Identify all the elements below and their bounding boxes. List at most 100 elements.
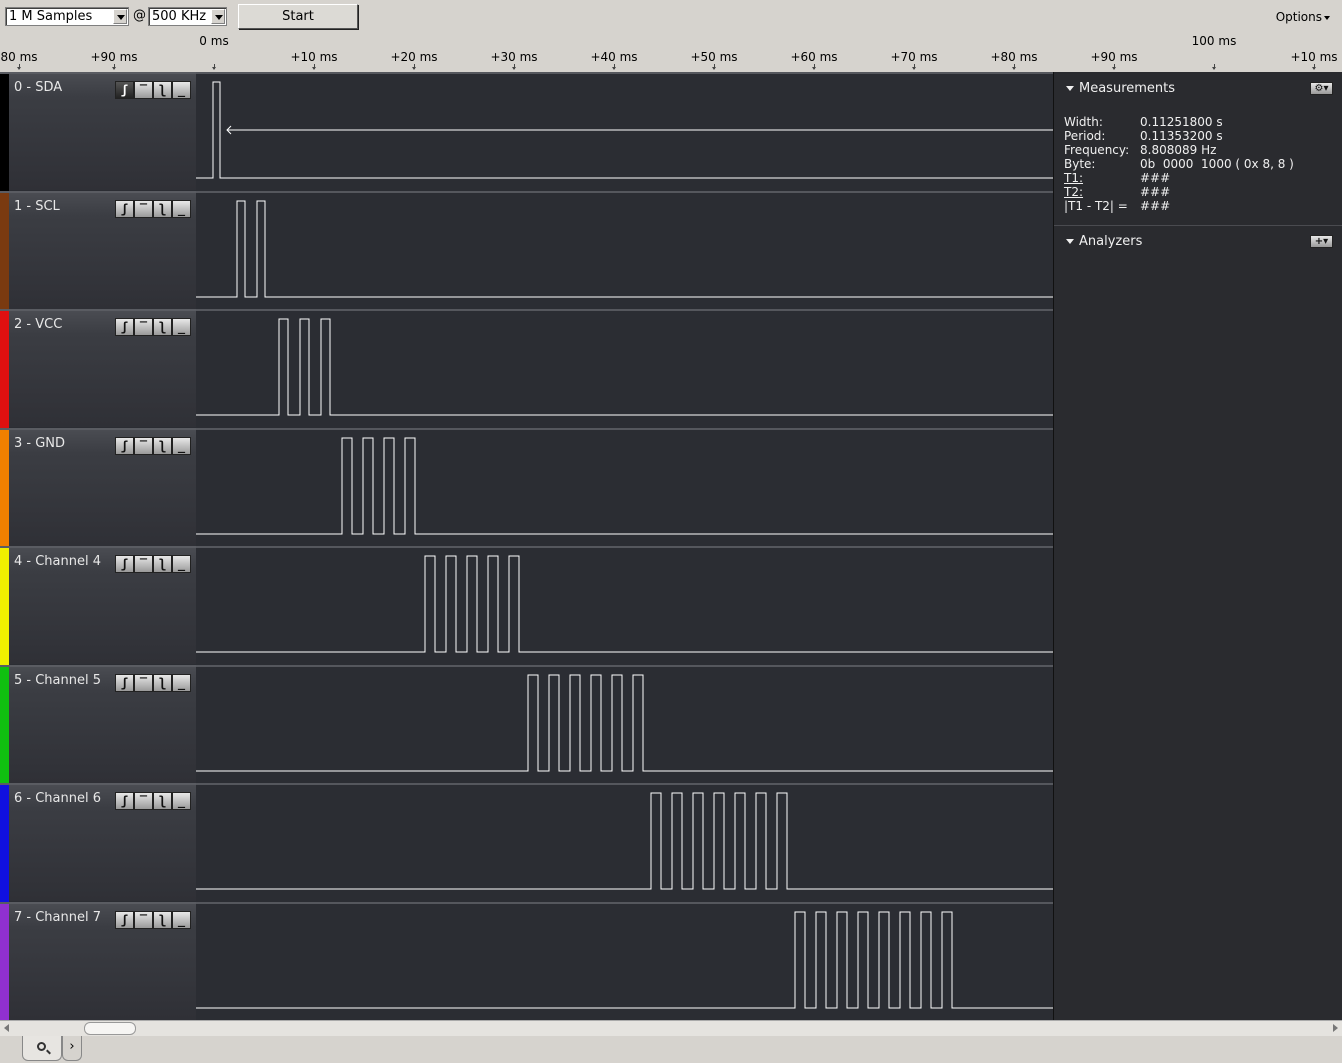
scroll-left-icon[interactable]: [4, 1024, 9, 1032]
trigger-falling-edge-icon[interactable]: ʅ: [153, 200, 172, 218]
waveform-trace: [196, 674, 1053, 772]
trigger-buttons: ʃ ‾ ʅ _: [115, 911, 191, 929]
trigger-rising-edge-icon[interactable]: ʃ: [115, 911, 134, 929]
waveform-trace: [196, 911, 1053, 1009]
chevron-down-icon[interactable]: [211, 9, 225, 24]
start-button[interactable]: Start: [238, 4, 358, 29]
waveform-area[interactable]: [196, 309, 1053, 427]
channel-name: 6 - Channel 6: [14, 791, 102, 806]
trigger-falling-edge-icon[interactable]: ʅ: [153, 81, 172, 99]
measurement-key: Period:: [1064, 129, 1106, 143]
add-analyzer-button[interactable]: +▾: [1310, 235, 1333, 248]
measurement-value: 0b 0000 1000 ( 0x 8, 8 ): [1140, 157, 1294, 171]
waveform-svg: [196, 437, 1053, 535]
trigger-high-level-icon[interactable]: ‾: [134, 318, 153, 336]
trigger-falling-edge-icon[interactable]: ʅ: [153, 318, 172, 336]
channel-label-panel[interactable]: 7 - Channel 7 ʃ ‾ ʅ _: [0, 902, 196, 1022]
horizontal-scrollbar[interactable]: [0, 1020, 1342, 1036]
search-tab[interactable]: [22, 1036, 62, 1061]
ruler-tick-mark: [112, 64, 116, 70]
trigger-falling-edge-icon[interactable]: ʅ: [153, 555, 172, 573]
measurements-settings-button[interactable]: ⚙▾: [1310, 82, 1333, 95]
measurement-row: T1: ###: [1064, 171, 1170, 185]
trigger-high-level-icon[interactable]: ‾: [134, 437, 153, 455]
trigger-buttons: ʃ ‾ ʅ _: [115, 792, 191, 810]
channel-color-strip: [0, 667, 9, 785]
ruler-tick-label: +80 ms: [990, 50, 1038, 64]
trigger-high-level-icon[interactable]: ‾: [134, 911, 153, 929]
trigger-low-level-icon[interactable]: _: [172, 81, 191, 99]
ruler-tick-label: 0 ms: [199, 34, 229, 48]
collapse-triangle-icon[interactable]: [1066, 86, 1074, 91]
collapse-triangle-icon[interactable]: [1066, 239, 1074, 244]
trigger-falling-edge-icon[interactable]: ʅ: [153, 911, 172, 929]
trigger-high-level-icon[interactable]: ‾: [134, 200, 153, 218]
waveform-area[interactable]: [196, 428, 1053, 546]
ruler-tick-mark: [212, 64, 216, 70]
waveform-area[interactable]: [196, 191, 1053, 309]
samples-dropdown[interactable]: 1 M Samples: [5, 7, 129, 26]
trigger-rising-edge-icon[interactable]: ʃ: [115, 674, 134, 692]
trigger-low-level-icon[interactable]: _: [172, 437, 191, 455]
measurements-header[interactable]: Measurements ⚙▾: [1054, 78, 1342, 100]
search-icon: [37, 1042, 46, 1051]
trigger-rising-edge-icon[interactable]: ʃ: [115, 318, 134, 336]
trigger-high-level-icon[interactable]: ‾: [134, 555, 153, 573]
waveform-svg: [196, 674, 1053, 772]
channel-row: 6 - Channel 6 ʃ ‾ ʅ _: [0, 783, 1053, 903]
channel-label-panel[interactable]: 6 - Channel 6 ʃ ‾ ʅ _: [0, 783, 196, 903]
channel-label-panel[interactable]: 0 - SDA ʃ ‾ ʅ _: [0, 72, 196, 192]
ruler-tick-label: +70 ms: [890, 50, 938, 64]
trigger-rising-edge-icon[interactable]: ʃ: [115, 792, 134, 810]
waveform-area[interactable]: [196, 902, 1053, 1020]
trigger-high-level-icon[interactable]: ‾: [134, 792, 153, 810]
trigger-low-level-icon[interactable]: _: [172, 911, 191, 929]
waveform-area[interactable]: [196, 546, 1053, 664]
measurement-row: Frequency: 8.808089 Hz: [1064, 143, 1216, 157]
scrollbar-thumb[interactable]: [84, 1022, 136, 1035]
at-label: @: [133, 8, 146, 23]
channel-label-panel[interactable]: 5 - Channel 5 ʃ ‾ ʅ _: [0, 665, 196, 785]
waveform-area[interactable]: [196, 783, 1053, 901]
trigger-low-level-icon[interactable]: _: [172, 792, 191, 810]
ruler-tick-label: +20 ms: [390, 50, 438, 64]
channel-label-panel[interactable]: 1 - SCL ʃ ‾ ʅ _: [0, 191, 196, 311]
measurement-value: ###: [1140, 171, 1171, 185]
measurement-value: ###: [1140, 199, 1171, 213]
trigger-low-level-icon[interactable]: _: [172, 674, 191, 692]
sample-rate-dropdown[interactable]: 500 KHz: [148, 7, 227, 26]
trigger-falling-edge-icon[interactable]: ʅ: [153, 674, 172, 692]
channel-label-panel[interactable]: 2 - VCC ʃ ‾ ʅ _: [0, 309, 196, 429]
channel-label-panel[interactable]: 3 - GND ʃ ‾ ʅ _: [0, 428, 196, 548]
trigger-high-level-icon[interactable]: ‾: [134, 674, 153, 692]
trigger-falling-edge-icon[interactable]: ʅ: [153, 792, 172, 810]
trigger-low-level-icon[interactable]: _: [172, 200, 191, 218]
trigger-rising-edge-icon[interactable]: ʃ: [115, 81, 134, 99]
channel-label-panel[interactable]: 4 - Channel 4 ʃ ‾ ʅ _: [0, 546, 196, 666]
trigger-rising-edge-icon[interactable]: ʃ: [115, 200, 134, 218]
channel-name: 2 - VCC: [14, 317, 63, 332]
trigger-high-level-icon[interactable]: ‾: [134, 81, 153, 99]
time-ruler[interactable]: 80 ms +90 ms 0 ms +10 ms +20 ms +30 ms +40 ms +…: [0, 34, 1342, 72]
trigger-low-level-icon[interactable]: _: [172, 318, 191, 336]
options-button[interactable]: Options: [1276, 10, 1330, 24]
trigger-rising-edge-icon[interactable]: ʃ: [115, 555, 134, 573]
waveform-area[interactable]: [196, 72, 1053, 190]
trigger-low-level-icon[interactable]: _: [172, 555, 191, 573]
channel-row: 2 - VCC ʃ ‾ ʅ _: [0, 309, 1053, 429]
ruler-tick-mark: [812, 64, 816, 70]
scroll-right-icon[interactable]: [1333, 1024, 1338, 1032]
trigger-rising-edge-icon[interactable]: ʃ: [115, 437, 134, 455]
ruler-tick-label: +30 ms: [490, 50, 538, 64]
channel-name: 7 - Channel 7: [14, 910, 102, 925]
waveform-area[interactable]: [196, 665, 1053, 783]
measurement-value: ###: [1140, 185, 1171, 199]
chevron-down-icon[interactable]: [113, 9, 127, 24]
next-tab[interactable]: ›: [62, 1036, 82, 1061]
ruler-tick-label: +60 ms: [790, 50, 838, 64]
trigger-falling-edge-icon[interactable]: ʅ: [153, 437, 172, 455]
ruler-tick-mark: [912, 64, 916, 70]
ruler-tick-label: +90 ms: [1090, 50, 1138, 64]
analyzers-header[interactable]: Analyzers +▾: [1054, 231, 1342, 253]
waveform-svg: [196, 792, 1053, 890]
